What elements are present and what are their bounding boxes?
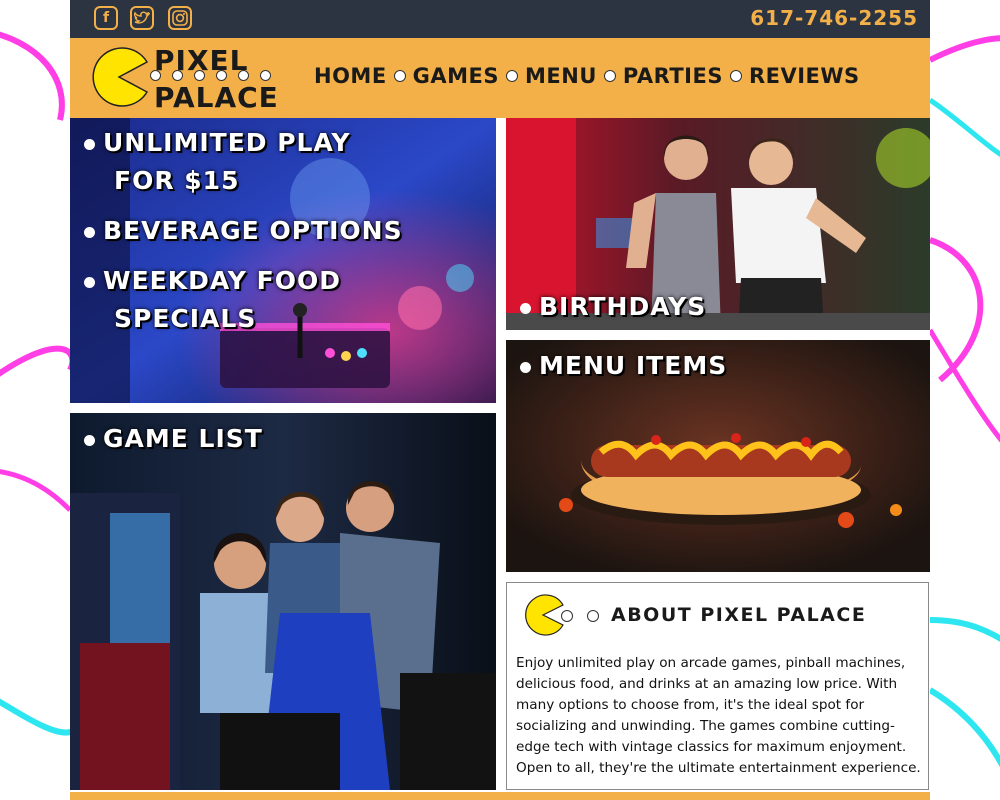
promo-tile[interactable]: UNLIMITED PLAY FOR $15 BEVERAGE OPTIONS … <box>70 118 496 403</box>
nav-games[interactable]: GAMES <box>413 64 499 88</box>
friends-gaming-photo <box>70 413 496 790</box>
nav-separator-dot <box>393 70 406 82</box>
main-nav: HOME GAMES MENU PARTIES REVIEWS <box>314 64 860 88</box>
logo-pellets <box>150 70 271 81</box>
promo-item-food: WEEKDAY FOOD <box>84 262 403 300</box>
nav-home[interactable]: HOME <box>314 64 387 88</box>
nav-separator-dot <box>603 70 616 82</box>
instagram-camera-shape <box>172 10 188 26</box>
about-title: ABOUT PIXEL PALACE <box>611 604 867 626</box>
nav-separator-dot <box>506 70 519 82</box>
pellet-icon <box>561 610 573 622</box>
menu-items-tile[interactable]: MENU ITEMS <box>506 340 930 572</box>
page-container: f 617-746-2255 PIXEL PALACE HOME GAMES M… <box>70 0 930 800</box>
brand-line2: PALACE <box>154 81 279 114</box>
menu-items-label: MENU ITEMS <box>520 347 727 385</box>
nav-bar: PIXEL PALACE HOME GAMES MENU PARTIES REV… <box>70 38 930 118</box>
twitter-bird-shape <box>134 11 150 24</box>
promo-item-beverage: BEVERAGE OPTIONS <box>84 212 403 250</box>
twitter-icon[interactable] <box>130 6 154 30</box>
bottom-bar <box>70 792 930 800</box>
pacman-logo-icon <box>92 47 149 107</box>
about-body: Enjoy unlimited play on arcade games, pi… <box>516 655 921 776</box>
promo-item-unlimited: UNLIMITED PLAY <box>84 124 403 162</box>
promo-item-unlimited-line2: FOR $15 <box>114 166 240 195</box>
facebook-glyph: f <box>102 10 110 26</box>
pacman-icon <box>525 594 564 636</box>
facebook-icon[interactable]: f <box>94 6 118 30</box>
promo-list: UNLIMITED PLAY FOR $15 BEVERAGE OPTIONS … <box>84 124 403 338</box>
phone-number[interactable]: 617-746-2255 <box>750 6 918 30</box>
about-section: ABOUT PIXEL PALACE Enjoy unlimited play … <box>506 582 929 790</box>
nav-menu[interactable]: MENU <box>525 64 597 88</box>
promo-item-food-line2: SPECIALS <box>114 304 257 333</box>
nav-separator-dot <box>729 70 742 82</box>
birthdays-label: BIRTHDAYS <box>520 288 706 326</box>
pellet-icon <box>587 610 599 622</box>
instagram-icon[interactable] <box>168 6 192 30</box>
game-list-label: GAME LIST <box>84 420 263 458</box>
top-bar: f 617-746-2255 <box>70 0 930 38</box>
game-list-tile[interactable]: GAME LIST <box>70 413 496 790</box>
birthdays-tile[interactable]: BIRTHDAYS <box>506 118 930 330</box>
nav-parties[interactable]: PARTIES <box>623 64 723 88</box>
nav-reviews[interactable]: REVIEWS <box>749 64 860 88</box>
